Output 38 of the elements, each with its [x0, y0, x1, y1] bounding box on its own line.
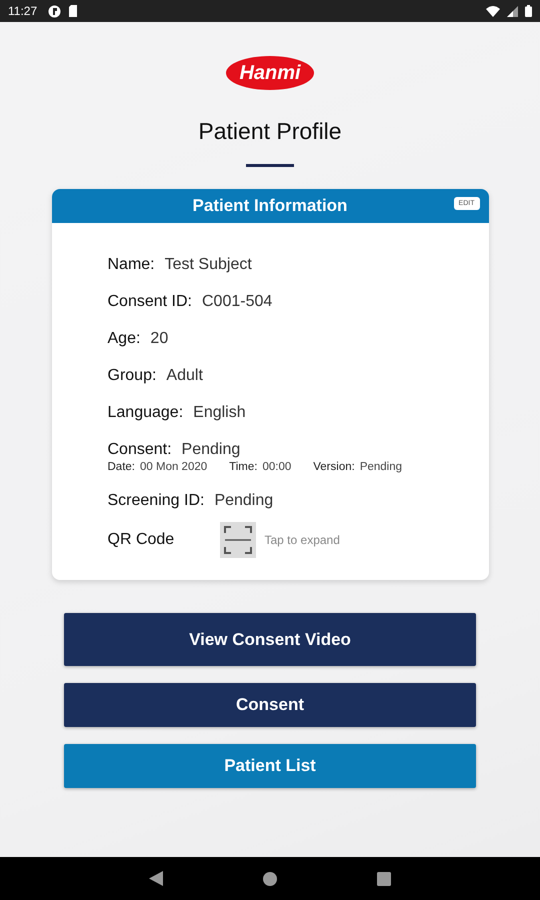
- field-label: QR Code: [108, 531, 176, 549]
- detail-value: 00 Mon 2020: [140, 461, 208, 473]
- field-label: Consent ID:: [108, 292, 192, 311]
- signal-icon: [507, 6, 518, 16]
- field-value: Pending: [214, 491, 274, 510]
- field-label: Name:: [108, 255, 155, 274]
- detail-value: Pending: [360, 461, 402, 473]
- field-label: Screening ID:: [108, 491, 204, 510]
- back-icon[interactable]: [149, 871, 163, 886]
- notification-icon: [48, 4, 62, 18]
- action-button[interactable]: View Consent Video: [64, 613, 476, 666]
- status-time: 11:27: [8, 4, 38, 18]
- field-value: C001-504: [202, 292, 272, 311]
- recents-icon[interactable]: [377, 872, 391, 886]
- home-icon[interactable]: [263, 872, 277, 886]
- field-value: Test Subject: [164, 255, 252, 274]
- detail-label: Date:: [108, 461, 135, 473]
- tap-hint: Tap to expand: [264, 533, 340, 547]
- battery-icon: [525, 5, 532, 17]
- page-title: Patient Profile: [198, 118, 342, 145]
- logo: Hanmi: [226, 56, 314, 90]
- sd-card-icon: [68, 5, 78, 17]
- field-value: Pending: [182, 440, 240, 459]
- detail-label: Version:: [313, 461, 355, 473]
- field-label: Language:: [108, 403, 184, 422]
- qr-code-icon[interactable]: [220, 522, 256, 558]
- action-button[interactable]: Consent: [64, 683, 476, 727]
- field-value: 20: [150, 329, 168, 348]
- wifi-icon: [486, 6, 500, 16]
- action-button[interactable]: Patient List: [64, 744, 476, 788]
- field-value: English: [193, 403, 246, 422]
- detail-value: 00:00: [262, 461, 292, 473]
- detail-label: Time:: [229, 461, 258, 473]
- field-label: Group:: [108, 366, 156, 385]
- field-label: Age:: [108, 329, 140, 348]
- field-label: Consent:: [108, 440, 172, 459]
- field-value: Adult: [166, 366, 203, 385]
- card-title: Patient Information: [192, 196, 348, 216]
